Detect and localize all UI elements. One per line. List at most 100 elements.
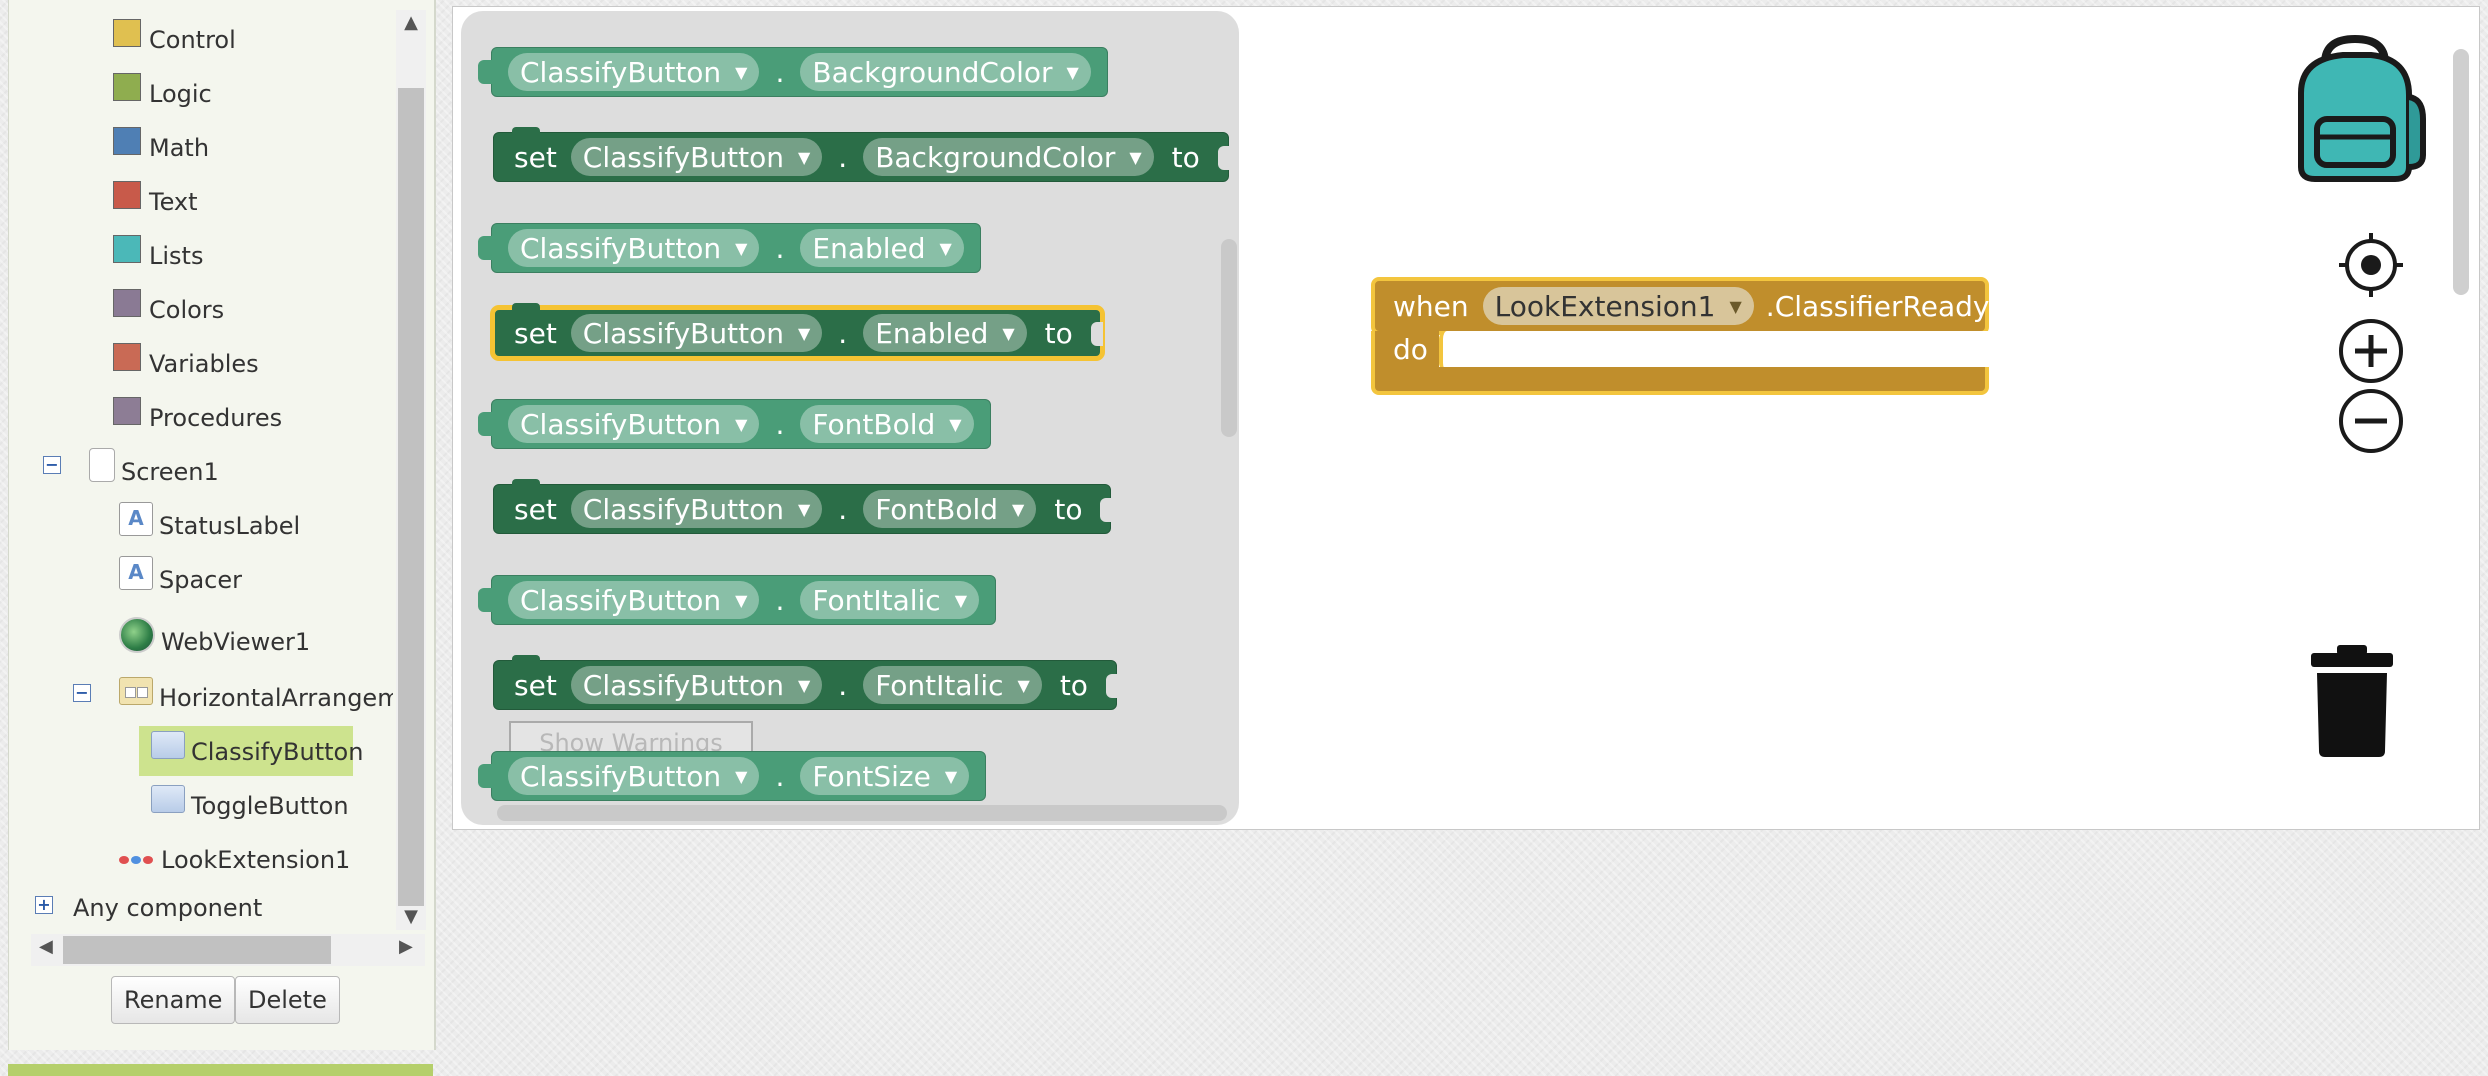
dropdown-arrow-icon: ▼ (735, 590, 748, 610)
category-math[interactable]: Math (113, 126, 209, 170)
set-keyword: set (514, 140, 557, 174)
getter-block-fontsize[interactable]: ClassifyButton ▼ . FontSize ▼ (477, 751, 987, 801)
tree-item-horizontalarrangement1[interactable]: HorizontalArrangement1 (119, 676, 393, 720)
setter-block-backgroundcolor[interactable]: set ClassifyButton ▼ . BackgroundColor ▼ t… (493, 127, 1230, 182)
property-dropdown[interactable]: Enabled ▼ (800, 229, 964, 267)
event-component-dropdown[interactable]: LookExtension1 ▼ (1482, 287, 1754, 325)
tree-item-statuslabel[interactable]: A StatusLabel (119, 502, 301, 548)
tree-item-screen1[interactable]: Screen1 (89, 448, 219, 494)
scroll-up-icon[interactable]: ▲ (396, 12, 426, 33)
property-dropdown[interactable]: FontBold ▼ (863, 490, 1037, 528)
workspace-vertical-scrollbar[interactable] (2453, 49, 2469, 295)
dropdown-arrow-icon: ▼ (797, 323, 811, 343)
property-dropdown[interactable]: BackgroundColor ▼ (863, 138, 1154, 176)
zoom-in-icon[interactable] (2337, 317, 2405, 385)
lists-swatch-icon (113, 235, 141, 263)
category-logic[interactable]: Logic (113, 72, 212, 116)
dot-separator: . (775, 407, 785, 441)
globe-icon (119, 617, 155, 653)
component-dropdown[interactable]: ClassifyButton ▼ (508, 757, 760, 795)
expand-any-component-icon[interactable]: + (35, 896, 53, 914)
dropdown-arrow-icon: ▼ (735, 414, 748, 434)
event-handler-block[interactable]: when LookExtension1 ▼ .ClassifierReady do (1371, 277, 1989, 403)
scroll-right-icon[interactable]: ▶ (399, 936, 413, 957)
category-label: Colors (149, 296, 225, 324)
backpack-icon[interactable] (2287, 33, 2427, 183)
category-colors[interactable]: Colors (113, 288, 224, 332)
collapse-screen1-icon[interactable]: − (43, 456, 61, 474)
dropdown-arrow-icon: ▼ (1066, 62, 1079, 82)
tree-item-label: LookExtension1 (161, 846, 351, 874)
getter-block-enabled[interactable]: ClassifyButton ▼ . Enabled ▼ (478, 223, 981, 273)
dropdown-arrow-icon: ▼ (797, 147, 811, 167)
dropdown-arrow-icon: ▼ (954, 590, 968, 610)
tree-vertical-scrollbar[interactable]: ▲ ▼ (396, 10, 426, 930)
delete-button[interactable]: Delete (235, 976, 340, 1024)
collapse-arrangement-icon[interactable]: − (73, 684, 91, 702)
to-keyword: to (1054, 492, 1083, 526)
property-dropdown[interactable]: BackgroundColor ▼ (800, 53, 1091, 91)
getter-block-fontitalic[interactable]: ClassifyButton ▼ . FontItalic ▼ (477, 575, 997, 625)
panel-footer-strip (8, 1064, 433, 1076)
scrollbar-thumb[interactable] (398, 88, 424, 906)
dropdown-arrow-icon: ▼ (944, 766, 958, 786)
flyout-horizontal-scrollbar[interactable] (497, 805, 1227, 821)
tree-item-spacer[interactable]: A Spacer (119, 556, 242, 602)
procedures-swatch-icon (113, 397, 141, 425)
component-dropdown[interactable]: ClassifyButton ▼ (570, 490, 823, 528)
zoom-out-icon[interactable] (2337, 387, 2405, 455)
scrollbar-thumb[interactable] (63, 936, 331, 964)
property-dropdown[interactable]: FontItalic ▼ (800, 581, 980, 619)
getter-block-fontbold[interactable]: ClassifyButton ▼ . FontBold ▼ (478, 399, 991, 449)
category-label: Lists (149, 242, 204, 270)
setter-block-enabled[interactable]: set ClassifyButton ▼ . Enabled ▼ to (490, 303, 1105, 361)
button-component-icon (151, 785, 185, 813)
property-dropdown[interactable]: FontBold ▼ (800, 405, 974, 443)
tree-horizontal-scrollbar[interactable]: ◀ ▶ (31, 934, 425, 966)
category-text[interactable]: Text (113, 180, 198, 224)
component-dropdown[interactable]: ClassifyButton ▼ (508, 581, 760, 619)
category-procedures[interactable]: Procedures (113, 396, 282, 440)
component-dropdown[interactable]: ClassifyButton ▼ (570, 666, 823, 704)
tree-item-togglebutton[interactable]: ToggleButton (151, 784, 349, 828)
category-label: Control (149, 26, 236, 54)
event-footer (1371, 367, 1989, 395)
tree-item-classifybutton[interactable]: ClassifyButton (151, 730, 363, 774)
dropdown-arrow-icon: ▼ (797, 675, 811, 695)
component-dropdown[interactable]: ClassifyButton ▼ (570, 138, 823, 176)
setter-block-fontbold[interactable]: set ClassifyButton ▼ . FontBold ▼ to (493, 479, 1113, 534)
scroll-left-icon[interactable]: ◀ (39, 936, 53, 957)
do-statement-slot[interactable] (1439, 331, 1989, 371)
category-control[interactable]: Control (113, 18, 236, 62)
category-label: Variables (149, 350, 259, 378)
math-swatch-icon (113, 127, 141, 155)
setter-block-fontitalic[interactable]: set ClassifyButton ▼ . FontItalic ▼ to (493, 655, 1118, 710)
getter-block-backgroundcolor[interactable]: ClassifyButton ▼ . BackgroundColor ▼ (478, 47, 1108, 97)
scroll-down-icon[interactable]: ▼ (396, 906, 426, 927)
category-lists[interactable]: Lists (113, 234, 203, 278)
tree-item-lookextension1[interactable]: LookExtension1 (119, 838, 350, 882)
blocks-workspace[interactable]: ClassifyButton ▼ . BackgroundColor ▼ set C… (452, 6, 2480, 830)
property-dropdown[interactable]: FontItalic ▼ (863, 666, 1042, 704)
rename-button[interactable]: Rename (111, 976, 236, 1024)
button-component-icon (151, 731, 185, 759)
dropdown-arrow-icon: ▼ (735, 238, 748, 258)
component-dropdown[interactable]: ClassifyButton ▼ (508, 405, 760, 443)
tree-item-label: StatusLabel (159, 512, 301, 540)
dropdown-arrow-icon: ▼ (735, 766, 748, 786)
target-icon[interactable] (2339, 233, 2403, 297)
category-variables[interactable]: Variables (113, 342, 259, 386)
trash-icon[interactable] (2307, 643, 2397, 759)
property-dropdown[interactable]: FontSize ▼ (800, 757, 970, 795)
flyout-vertical-scrollbar[interactable] (1221, 239, 1237, 437)
component-dropdown[interactable]: ClassifyButton ▼ (508, 229, 760, 267)
component-dropdown[interactable]: ClassifyButton ▼ (508, 53, 760, 91)
blocks-tree: Control Logic Math Text Lists Colors Var… (9, 0, 393, 920)
tree-item-any-component[interactable]: Any component (73, 886, 262, 930)
component-dropdown[interactable]: ClassifyButton ▼ (570, 314, 823, 352)
property-dropdown[interactable]: Enabled ▼ (863, 314, 1027, 352)
to-keyword: to (1044, 316, 1073, 350)
to-keyword: to (1171, 140, 1200, 174)
dropdown-arrow-icon: ▼ (735, 62, 748, 82)
tree-item-webviewer1[interactable]: WebViewer1 (119, 617, 310, 664)
